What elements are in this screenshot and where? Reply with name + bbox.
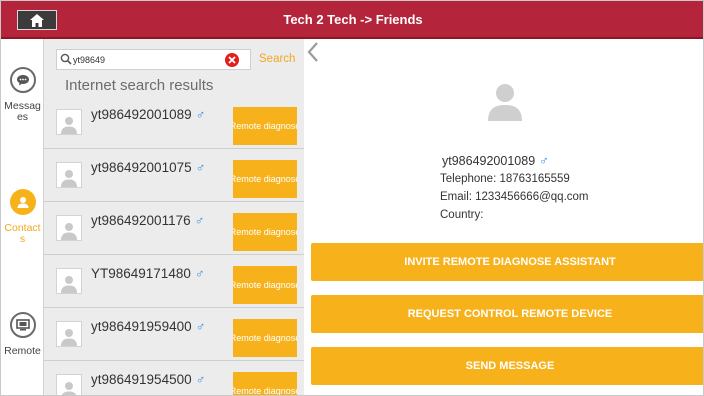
person-icon: [9, 189, 36, 215]
invite-remote-diagnose-button[interactable]: INVITE REMOTE DIAGNOSE ASSISTANT: [311, 243, 703, 281]
contact-name: YT98649171480 ♂: [91, 266, 205, 281]
list-item[interactable]: yt986492001089 ♂ Remote diagnose: [44, 97, 304, 149]
person-placeholder-icon: [61, 329, 77, 346]
nav-label-remote: Remote: [4, 345, 41, 357]
nav-label-messages: Messages: [4, 100, 41, 123]
chat-bubble-icon: [9, 67, 36, 93]
nav-item-remote[interactable]: Remote: [1, 312, 44, 357]
contact-country: Country:: [440, 209, 484, 221]
male-icon: ♂: [539, 153, 549, 168]
close-icon: [228, 56, 236, 64]
request-control-button[interactable]: REQUEST CONTROL REMOTE DEVICE: [311, 295, 703, 333]
contact-name: yt986492001089 ♂: [91, 107, 206, 122]
contact-name: yt986492001075 ♂: [91, 160, 206, 175]
chevron-left-icon[interactable]: [305, 41, 321, 63]
contact-name: yt986491954500 ♂: [91, 372, 206, 387]
contact-telephone: Telephone: 18763165559: [440, 173, 570, 185]
remote-diagnose-button[interactable]: Remote diagnose: [233, 160, 297, 198]
contact-name: yt986491959400 ♂: [91, 319, 206, 334]
list-item[interactable]: YT98649171480 ♂ Remote diagnose: [44, 256, 304, 308]
side-nav: Messages Contacts Remote: [1, 39, 44, 395]
avatar: [56, 162, 82, 188]
person-placeholder-icon: [61, 223, 77, 240]
remote-diagnose-button[interactable]: Remote diagnose: [233, 372, 297, 395]
list-item[interactable]: yt986492001075 ♂ Remote diagnose: [44, 150, 304, 202]
avatar: [56, 268, 82, 294]
list-item[interactable]: yt986492001176 ♂ Remote diagnose: [44, 203, 304, 255]
search-icon: [60, 53, 72, 65]
search-button[interactable]: Search: [259, 53, 295, 65]
page-title: Tech 2 Tech -> Friends: [283, 12, 423, 27]
remote-diagnose-button[interactable]: Remote diagnose: [233, 213, 297, 251]
nav-label-contacts: Contacts: [4, 222, 41, 245]
male-icon: ♂: [195, 160, 206, 175]
male-icon: ♂: [194, 213, 205, 228]
results-heading: Internet search results: [65, 77, 214, 94]
avatar: [56, 215, 82, 241]
contact-name: yt986492001176 ♂: [91, 213, 205, 228]
title-bar: Tech 2 Tech -> Friends: [1, 1, 703, 39]
person-placeholder-icon: [61, 117, 77, 134]
send-message-button[interactable]: SEND MESSAGE: [311, 347, 703, 385]
avatar: [56, 374, 82, 395]
search-input[interactable]: [73, 52, 223, 67]
person-placeholder-icon: [488, 84, 522, 121]
monitor-icon: [9, 312, 36, 338]
male-icon: ♂: [195, 107, 206, 122]
nav-item-contacts[interactable]: Contacts: [1, 189, 44, 245]
contact-email: Email: 1233456666@qq.com: [440, 191, 589, 203]
male-icon: ♂: [195, 319, 206, 334]
search-field[interactable]: [56, 49, 251, 70]
nav-item-messages[interactable]: Messages: [1, 67, 44, 123]
search-panel: Search Internet search results yt9864920…: [44, 39, 304, 395]
avatar: [56, 321, 82, 347]
contact-name: yt986492001089 ♂: [442, 153, 549, 168]
list-item[interactable]: yt986491959400 ♂ Remote diagnose: [44, 309, 304, 361]
app-window: Tech 2 Tech -> Friends Messages Contacts: [0, 0, 704, 396]
remote-diagnose-button[interactable]: Remote diagnose: [233, 266, 297, 304]
clear-search-button[interactable]: [225, 53, 239, 67]
list-item[interactable]: yt986491954500 ♂ Remote diagnose: [44, 362, 304, 395]
remote-diagnose-button[interactable]: Remote diagnose: [233, 107, 297, 145]
person-placeholder-icon: [61, 382, 77, 395]
person-placeholder-icon: [61, 276, 77, 293]
male-icon: ♂: [195, 372, 206, 387]
contact-detail-panel: yt986492001089 ♂ Telephone: 18763165559 E…: [304, 39, 703, 395]
male-icon: ♂: [194, 266, 205, 281]
remote-diagnose-button[interactable]: Remote diagnose: [233, 319, 297, 357]
avatar: [56, 109, 82, 135]
person-placeholder-icon: [61, 170, 77, 187]
